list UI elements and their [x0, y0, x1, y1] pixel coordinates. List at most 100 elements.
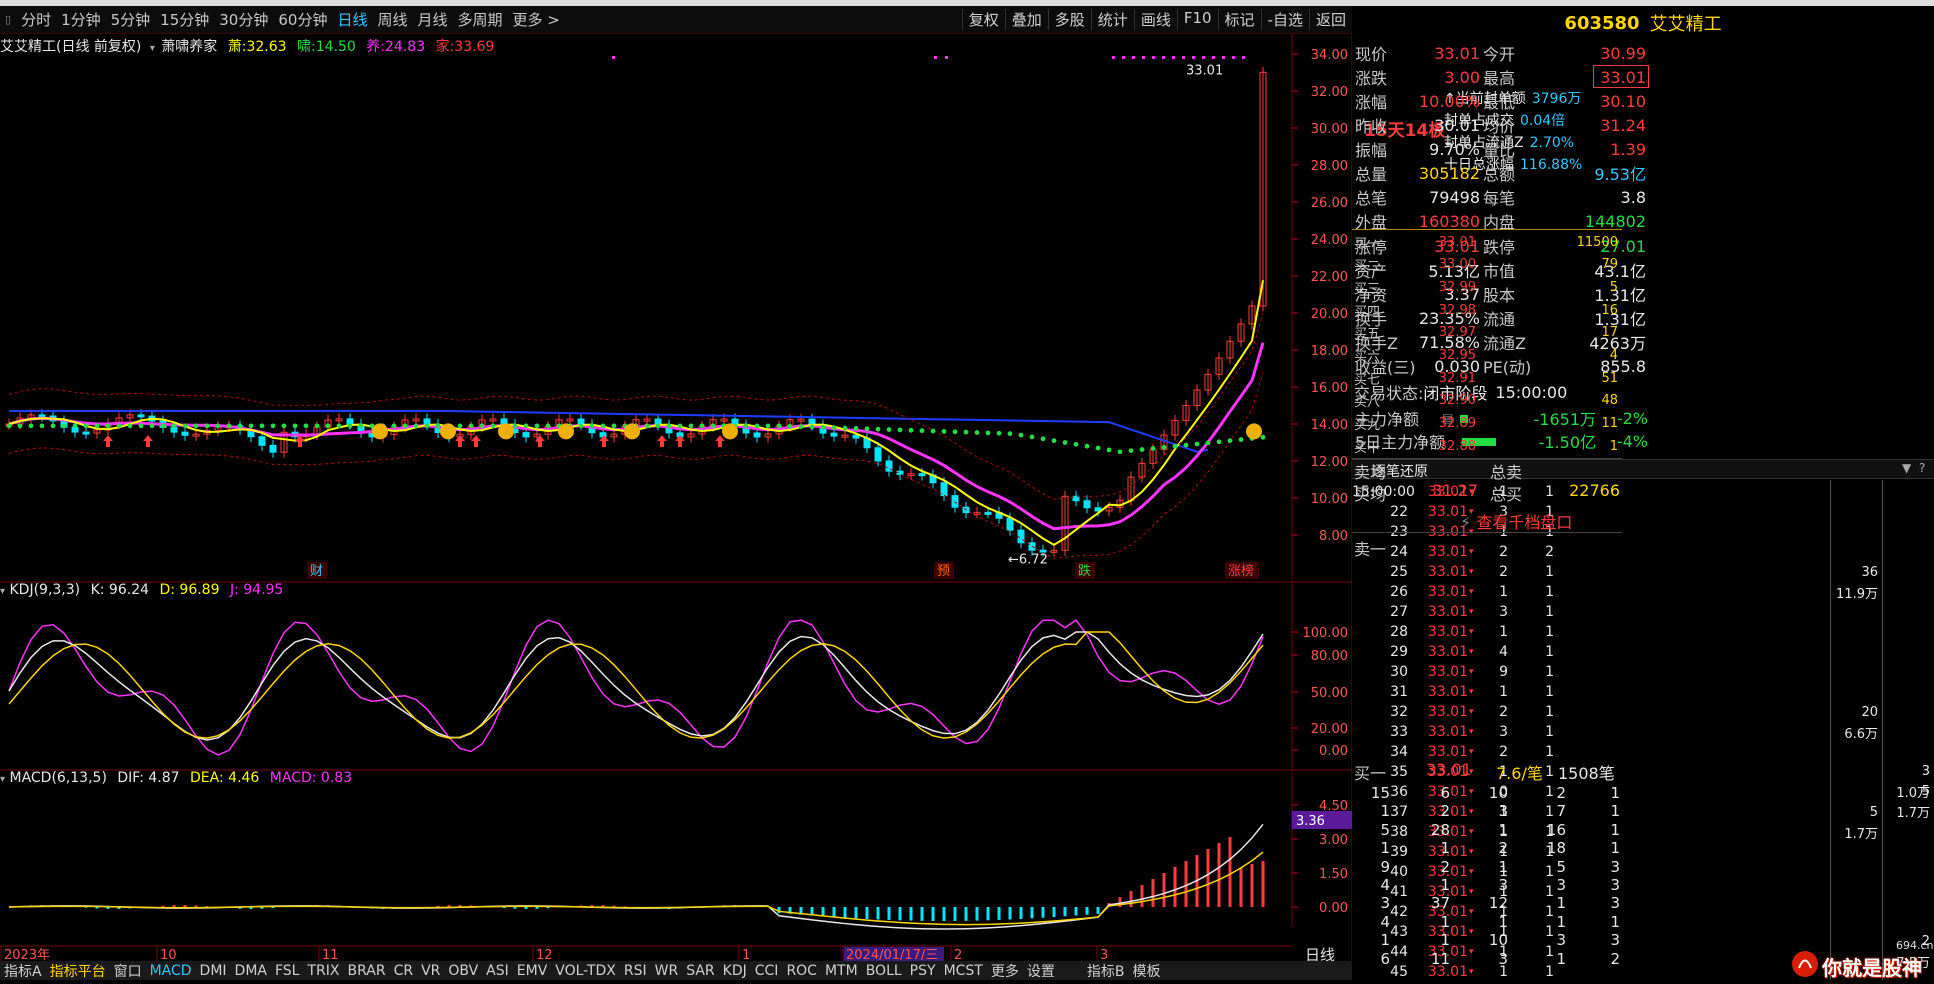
help-icon[interactable]: ?	[1919, 461, 1925, 475]
indicator-tab-17[interactable]: SAR	[682, 963, 718, 979]
indicator-tab-19[interactable]: CCI	[751, 963, 783, 979]
dot-marker	[578, 423, 584, 429]
period-tab-10[interactable]: 更多 >	[508, 9, 565, 30]
period-tab-4[interactable]: 30分钟	[214, 9, 273, 30]
indicator-tab-4[interactable]: DMI	[196, 963, 231, 979]
indicator-tab-14[interactable]: VOL-TDX	[551, 963, 620, 979]
candle-body	[753, 432, 761, 438]
indicator-tab-16[interactable]: WR	[651, 963, 683, 979]
indicator-dropdown-icon[interactable]: ▾	[0, 774, 5, 785]
toolbar-button-8[interactable]: 返回	[1308, 9, 1352, 30]
signal-dot	[1242, 56, 1245, 59]
buy-avg-label: 买均	[1354, 485, 1387, 504]
dot-marker	[259, 423, 265, 429]
stock-header: 603580 艾艾精工	[1352, 13, 1934, 36]
period-tab-8[interactable]: 月线	[412, 9, 452, 30]
dot-marker	[1051, 438, 1057, 444]
indicator-dropdown-icon[interactable]: ▾	[0, 586, 5, 597]
period-tab-9[interactable]: 多周期	[453, 9, 508, 30]
indicator-tab-22[interactable]: BOLL	[862, 963, 906, 979]
quote-row: 昨收 30.01 均价 31.24	[1352, 115, 1652, 137]
dot-marker	[897, 427, 903, 433]
indicator-name[interactable]: 萧啸养家	[161, 39, 217, 55]
macd-tick-label: 0.00	[1319, 901, 1348, 916]
period-tab-1[interactable]: 1分钟	[56, 9, 106, 30]
toolbar-menu-icon[interactable]: ▯	[0, 13, 16, 26]
queue-cell: 1	[1498, 857, 1508, 876]
indicator-tab-28[interactable]: 模板	[1128, 961, 1164, 980]
indicator-dropdown-icon[interactable]: ▾	[150, 43, 155, 54]
indicator-tab-23[interactable]: PSY	[906, 963, 940, 979]
filter-icon[interactable]: ▼	[1902, 461, 1911, 475]
toolbar-button-0[interactable]: 复权	[961, 9, 1005, 30]
bid-row[interactable]: 买二 33.00 79	[1352, 255, 1622, 275]
bid-row[interactable]: 买四 32.98 16	[1352, 300, 1622, 320]
price-tick-label: 22.00	[1311, 270, 1348, 285]
more-depth-link[interactable]: ⚡ 查看千档盘口	[1460, 509, 1572, 533]
line1-label: 萧:	[227, 39, 247, 55]
bid-row[interactable]: 买六 32.95 4	[1352, 346, 1622, 366]
kdj-title[interactable]: KDJ(9,3,3)	[9, 582, 80, 598]
dot-marker	[391, 423, 397, 429]
line3-label: 养:	[366, 39, 386, 55]
indicator-tab-3[interactable]: MACD	[146, 963, 196, 979]
indicator-tab-15[interactable]: RSI	[620, 963, 651, 979]
indicator-tab-26[interactable]: 设置	[1023, 961, 1059, 980]
queue-cell: 3	[1556, 931, 1566, 950]
dot-marker	[1194, 441, 1200, 447]
indicator-tab-1[interactable]: 指标平台	[46, 961, 110, 980]
chart-area[interactable]: 34.00 32.00 30.00 28.00 26.00 24.00 22.00 20.00…	[0, 34, 1353, 980]
indicator-tab-5[interactable]: DMA	[231, 963, 271, 979]
indicator-tab-2[interactable]: 窗口	[110, 961, 146, 980]
toolbar-button-4[interactable]: 画线	[1133, 9, 1177, 30]
period-tab-2[interactable]: 5分钟	[106, 9, 156, 30]
indicator-tab-25[interactable]: 更多	[987, 961, 1023, 980]
signal-dot	[612, 56, 615, 59]
period-tab-6[interactable]: 日线	[332, 9, 372, 30]
period-tab-5[interactable]: 60分钟	[273, 9, 332, 30]
buy-arrow-icon	[657, 435, 667, 448]
indicator-tab-11[interactable]: OBV	[444, 963, 482, 979]
bid-row[interactable]: 买三 32.99 5	[1352, 277, 1622, 297]
indicator-tab-0[interactable]: 指标A	[0, 961, 46, 980]
macd-title[interactable]: MACD(6,13,5)	[9, 770, 106, 786]
indicator-tab-20[interactable]: ROC	[782, 963, 821, 979]
bid-row[interactable]: 买八 32.90 48	[1352, 391, 1622, 411]
indicator-tab-13[interactable]: EMV	[513, 963, 552, 979]
bid-row[interactable]: 买一 33.01 11500	[1352, 232, 1622, 252]
period-tab-7[interactable]: 周线	[372, 9, 412, 30]
dot-marker	[1216, 439, 1222, 445]
bid-row[interactable]: 买七 32.91 51	[1352, 368, 1622, 388]
toolbar-button-2[interactable]: 多股	[1047, 9, 1091, 30]
queue-label: 买一	[1354, 764, 1387, 783]
period-tab-3[interactable]: 15分钟	[155, 9, 214, 30]
bid-row[interactable]: 买九 32.89 11	[1352, 414, 1622, 434]
indicator-tab-9[interactable]: CR	[390, 963, 418, 979]
quote-value: 160380	[1418, 211, 1480, 231]
indicator-tab-27[interactable]: 指标B	[1083, 961, 1129, 980]
toolbar-button-5[interactable]: F10	[1176, 9, 1218, 30]
indicator-tab-12[interactable]: ASI	[482, 963, 513, 979]
indicator-tab-24[interactable]: MCST	[940, 963, 987, 979]
indicator-tab-21[interactable]: MTM	[821, 963, 862, 979]
queue-avg: 7.6/笔	[1496, 764, 1543, 783]
bid-row[interactable]: 买十 32.88 1	[1352, 436, 1622, 456]
period-tab-0[interactable]: 分时	[16, 9, 56, 30]
dot-marker	[83, 423, 89, 429]
indicator-tab-7[interactable]: TRIX	[303, 963, 343, 979]
more-depth-text[interactable]: 查看千档盘口	[1476, 513, 1572, 532]
toolbar-button-1[interactable]: 叠加	[1004, 9, 1048, 30]
dot-marker	[182, 423, 188, 429]
quote-label: 最低	[1483, 93, 1516, 112]
toolbar-button-6[interactable]: 标记	[1217, 9, 1261, 30]
indicator-tab-6[interactable]: FSL	[271, 963, 304, 979]
bid-row[interactable]: 买五 32.97 17	[1352, 323, 1622, 343]
dot-marker	[875, 426, 881, 432]
indicator-tab-10[interactable]: VR	[417, 963, 444, 979]
dot-marker	[193, 423, 199, 429]
dot-marker	[1117, 449, 1123, 455]
toolbar-button-7[interactable]: -自选	[1260, 9, 1309, 30]
indicator-tab-18[interactable]: KDJ	[719, 963, 751, 979]
indicator-tab-8[interactable]: BRAR	[343, 963, 389, 979]
toolbar-button-3[interactable]: 统计	[1090, 9, 1134, 30]
